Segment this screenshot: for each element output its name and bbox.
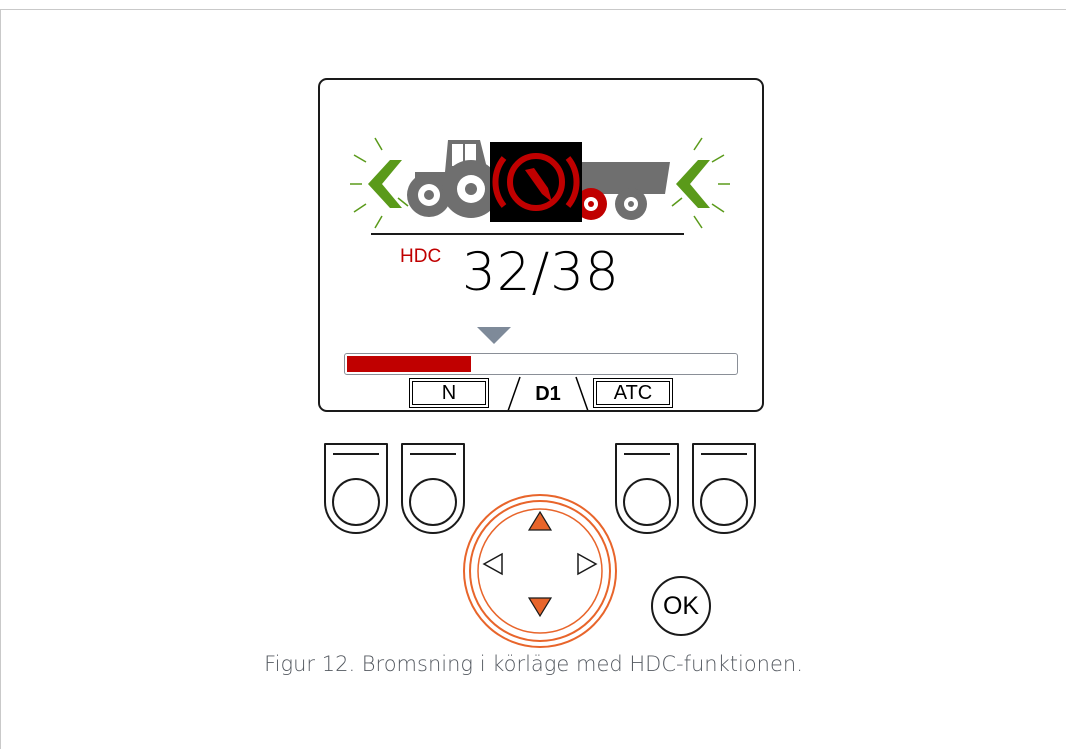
right-chevron-icon [671,137,730,229]
tab-n[interactable]: N [409,378,489,408]
soft-button-3[interactable] [612,440,682,536]
tractor-icon [407,140,500,218]
tab-d1[interactable]: D1 [518,379,578,409]
left-chevron-icon [350,137,409,229]
ok-button[interactable] [649,574,713,638]
display-divider [371,233,684,235]
soft-button-4[interactable] [689,440,759,536]
speed-readout: 32/38 [462,242,620,303]
level-bar [344,353,738,375]
level-bar-fill [347,356,471,372]
tab-atc[interactable]: ATC [593,378,673,408]
navigation-dpad[interactable] [460,492,620,650]
display-screen: HDC 32/38 N D1 ATC [318,78,764,412]
trailer-icon [575,162,670,220]
brake-warning-icon [490,142,582,222]
soft-button-2[interactable] [398,440,468,536]
hdc-label: HDC [400,246,442,267]
level-pointer-icon [477,327,511,344]
soft-button-1[interactable] [321,440,391,536]
figure-caption: Figur 12. Bromsning i körläge med HDC-fu… [264,652,803,676]
